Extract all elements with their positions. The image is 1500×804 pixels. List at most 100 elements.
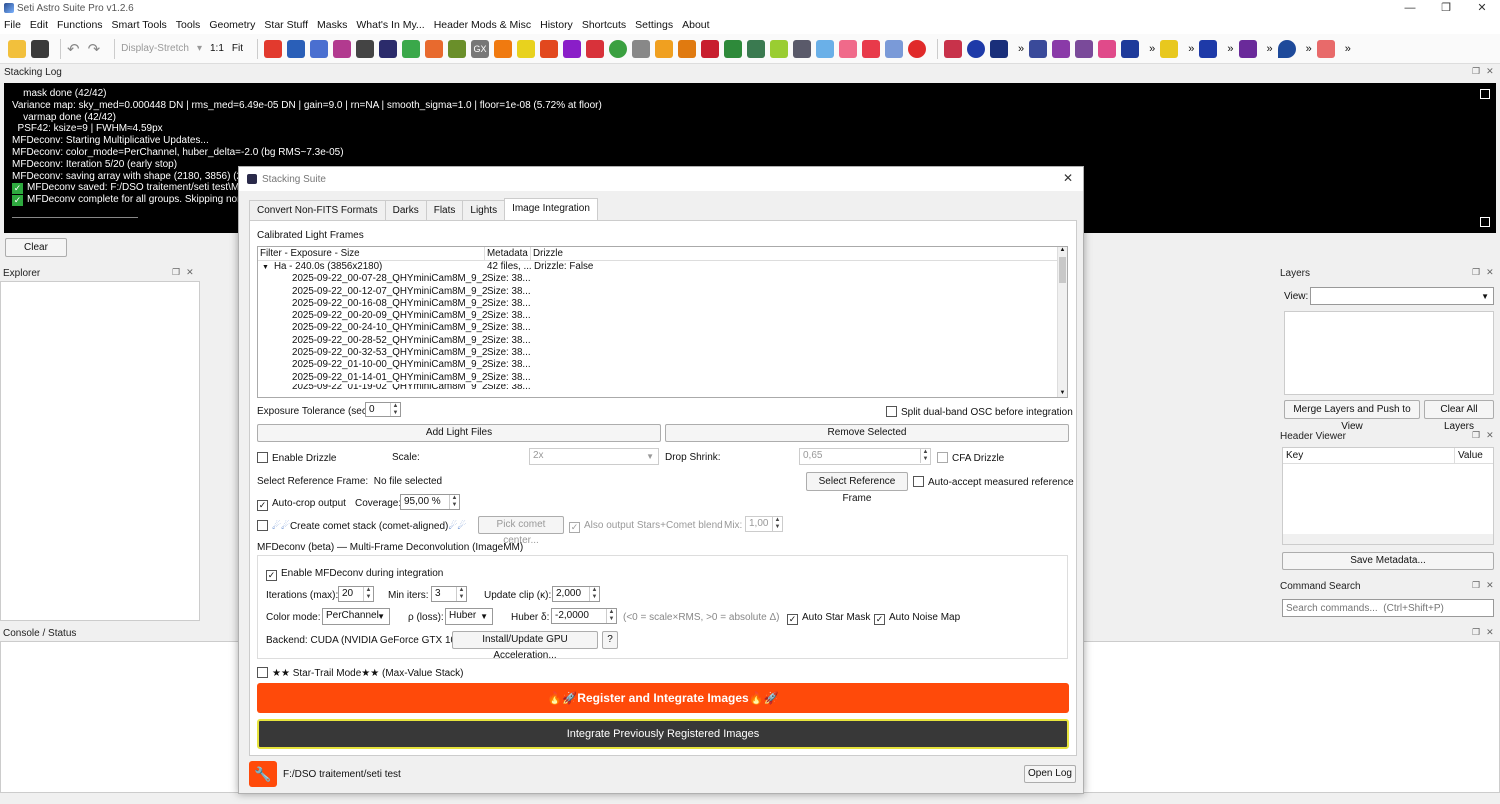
- curves-icon[interactable]: [333, 39, 352, 58]
- toolbar-more-button[interactable]: »: [1149, 43, 1155, 55]
- column-filter[interactable]: Filter - Exposure - Size: [258, 247, 485, 260]
- tab-flats[interactable]: Flats: [425, 200, 464, 222]
- column-value[interactable]: Value: [1455, 448, 1483, 463]
- menu-settings[interactable]: Settings: [635, 19, 673, 31]
- zoom-1to1-button[interactable]: 1:1: [210, 43, 224, 54]
- tree-file-row[interactable]: 2025-09-22_01-10-00_QHYminiCam8M_9_2... S…: [258, 359, 1067, 371]
- install-gpu-button[interactable]: Install/Update GPU Acceleration...: [452, 631, 598, 661]
- batch-icon[interactable]: [1121, 39, 1140, 58]
- menu-edit[interactable]: Edit: [30, 19, 48, 31]
- dock-float-close-icon[interactable]: ❐✕: [1472, 627, 1500, 638]
- help-button[interactable]: ?: [602, 631, 618, 649]
- undo-icon[interactable]: ↶: [67, 40, 80, 58]
- remove-selected-button[interactable]: Remove Selected: [665, 424, 1069, 442]
- grid-apps-icon[interactable]: [1199, 39, 1218, 58]
- forbidden-icon[interactable]: [908, 39, 927, 58]
- tree-file-row[interactable]: 2025-09-22_00-16-08_QHYminiCam8M_9_2... S…: [258, 298, 1067, 310]
- auto-accept-checkbox[interactable]: Auto-accept measured reference: [913, 476, 1074, 488]
- exposure-tolerance-input[interactable]: 0 ▲ ▼: [365, 402, 401, 417]
- grid-icon[interactable]: [816, 39, 835, 58]
- telescope-icon[interactable]: [747, 39, 766, 58]
- coverage-input[interactable]: 95,00 % ▲ ▼: [400, 494, 460, 510]
- location-pin-icon[interactable]: [1277, 39, 1296, 58]
- dock-float-close-icon[interactable]: ❐✕: [172, 267, 200, 278]
- curve-tool-icon[interactable]: [425, 39, 444, 58]
- star-icon[interactable]: [517, 39, 536, 58]
- aberration-icon[interactable]: [540, 39, 559, 58]
- menu-file[interactable]: File: [4, 19, 21, 31]
- blink-icon[interactable]: [356, 39, 375, 58]
- tree-scrollbar[interactable]: ▲ ▼: [1057, 247, 1067, 397]
- toolbar-more-button[interactable]: »: [1018, 43, 1024, 55]
- dock-float-close-icon[interactable]: ❐✕: [1472, 267, 1500, 278]
- header-scrollbar[interactable]: [1283, 534, 1493, 544]
- update-clip-input[interactable]: 2,000 ▲ ▼: [552, 586, 600, 602]
- color-mode-select[interactable]: PerChannel ▼: [322, 608, 390, 625]
- tree-file-row[interactable]: 2025-09-22_00-12-07_QHYminiCam8M_9_2... S…: [258, 286, 1067, 298]
- tab-convert[interactable]: Convert Non-FITS Formats: [249, 200, 386, 222]
- explorer-panel[interactable]: [0, 281, 200, 621]
- menu-whats-in-my[interactable]: What's In My...: [356, 19, 424, 31]
- gx-icon[interactable]: GX: [471, 39, 490, 58]
- histogram-icon[interactable]: [287, 39, 306, 58]
- menu-smart-tools[interactable]: Smart Tools: [112, 19, 167, 31]
- flower-icon[interactable]: [839, 39, 858, 58]
- minimize-button[interactable]: —: [1392, 0, 1428, 16]
- menu-history[interactable]: History: [540, 19, 573, 31]
- dock-float-close-icon[interactable]: ❐✕: [1472, 430, 1500, 441]
- clear-layers-button[interactable]: Clear All Layers: [1424, 400, 1494, 432]
- menu-shortcuts[interactable]: Shortcuts: [582, 19, 626, 31]
- register-integrate-button[interactable]: 🔥🚀Register and Integrate Images🔥🚀: [257, 683, 1069, 713]
- menu-header-mods[interactable]: Header Mods & Misc: [434, 19, 531, 31]
- image-info-icon[interactable]: [944, 39, 963, 58]
- toolbar-more-button[interactable]: »: [1227, 43, 1233, 55]
- select-reference-frame-button[interactable]: Select Reference Frame: [806, 472, 908, 504]
- log-expand-icon[interactable]: [1480, 217, 1490, 227]
- rho-loss-select[interactable]: Huber ▼: [445, 608, 493, 625]
- script-icon[interactable]: [1160, 39, 1179, 58]
- tree-file-row[interactable]: 2025-09-22_00-28-52_QHYminiCam8M_9_2... S…: [258, 335, 1067, 347]
- close-icon[interactable]: ✕: [1063, 171, 1073, 185]
- close-window-button[interactable]: ✕: [1464, 0, 1500, 16]
- collapse-arrow-icon[interactable]: ▼: [262, 264, 269, 271]
- column-drizzle[interactable]: Drizzle: [531, 247, 563, 260]
- log-expand-icon[interactable]: [1480, 89, 1490, 99]
- enable-mfdeconv-checkbox[interactable]: ✓ Enable MFDeconv during integration: [266, 568, 443, 581]
- open-log-button[interactable]: Open Log: [1024, 765, 1076, 783]
- split-dual-checkbox[interactable]: Split dual-band OSC before integration: [886, 406, 1073, 418]
- gradient-icon[interactable]: [402, 39, 421, 58]
- graph-icon[interactable]: [678, 39, 697, 58]
- tab-lights[interactable]: Lights: [462, 200, 506, 222]
- enable-drizzle-checkbox[interactable]: Enable Drizzle: [257, 452, 336, 464]
- menu-functions[interactable]: Functions: [57, 19, 103, 31]
- mosaic-icon[interactable]: [1052, 39, 1071, 58]
- dock-float-close-icon[interactable]: ❐✕: [1472, 580, 1500, 591]
- toolbar-more-button[interactable]: »: [1188, 43, 1194, 55]
- window-icon[interactable]: [1316, 39, 1335, 58]
- clear-log-button[interactable]: Clear: [5, 238, 67, 257]
- toolbar-more-button[interactable]: »: [1267, 43, 1273, 55]
- layers-list[interactable]: [1284, 311, 1494, 395]
- auto-star-mask-checkbox[interactable]: ✓ Auto Star Mask: [787, 612, 870, 625]
- command-search-input[interactable]: [1282, 599, 1494, 617]
- toolbar-more-button[interactable]: »: [1306, 43, 1312, 55]
- dock-float-close-icon[interactable]: ❐✕: [1472, 66, 1500, 77]
- tree-group-row[interactable]: ▼ Ha - 240.0s (3856x2180) 42 files, ... D…: [258, 261, 1067, 273]
- cancel-circle-icon[interactable]: [609, 39, 628, 58]
- open-folder-icon[interactable]: [8, 39, 26, 58]
- astro-image-icon[interactable]: [1029, 39, 1048, 58]
- redo-icon[interactable]: ↷: [88, 40, 101, 58]
- header-table[interactable]: Key Value: [1282, 447, 1494, 545]
- tab-darks[interactable]: Darks: [384, 200, 427, 222]
- select-icon[interactable]: [586, 39, 605, 58]
- bar-chart-icon[interactable]: [1098, 39, 1117, 58]
- tab-image-integration[interactable]: Image Integration: [504, 198, 598, 220]
- fit-button[interactable]: Fit: [232, 43, 243, 54]
- min-iters-input[interactable]: 3 ▲ ▼: [431, 586, 467, 602]
- menu-star-stuff[interactable]: Star Stuff: [264, 19, 308, 31]
- rgb-extract-icon[interactable]: [724, 39, 743, 58]
- nebula-icon[interactable]: [793, 39, 812, 58]
- add-circle-icon[interactable]: [967, 39, 986, 58]
- crop-icon[interactable]: [264, 39, 283, 58]
- gradient-curve-icon[interactable]: [655, 39, 674, 58]
